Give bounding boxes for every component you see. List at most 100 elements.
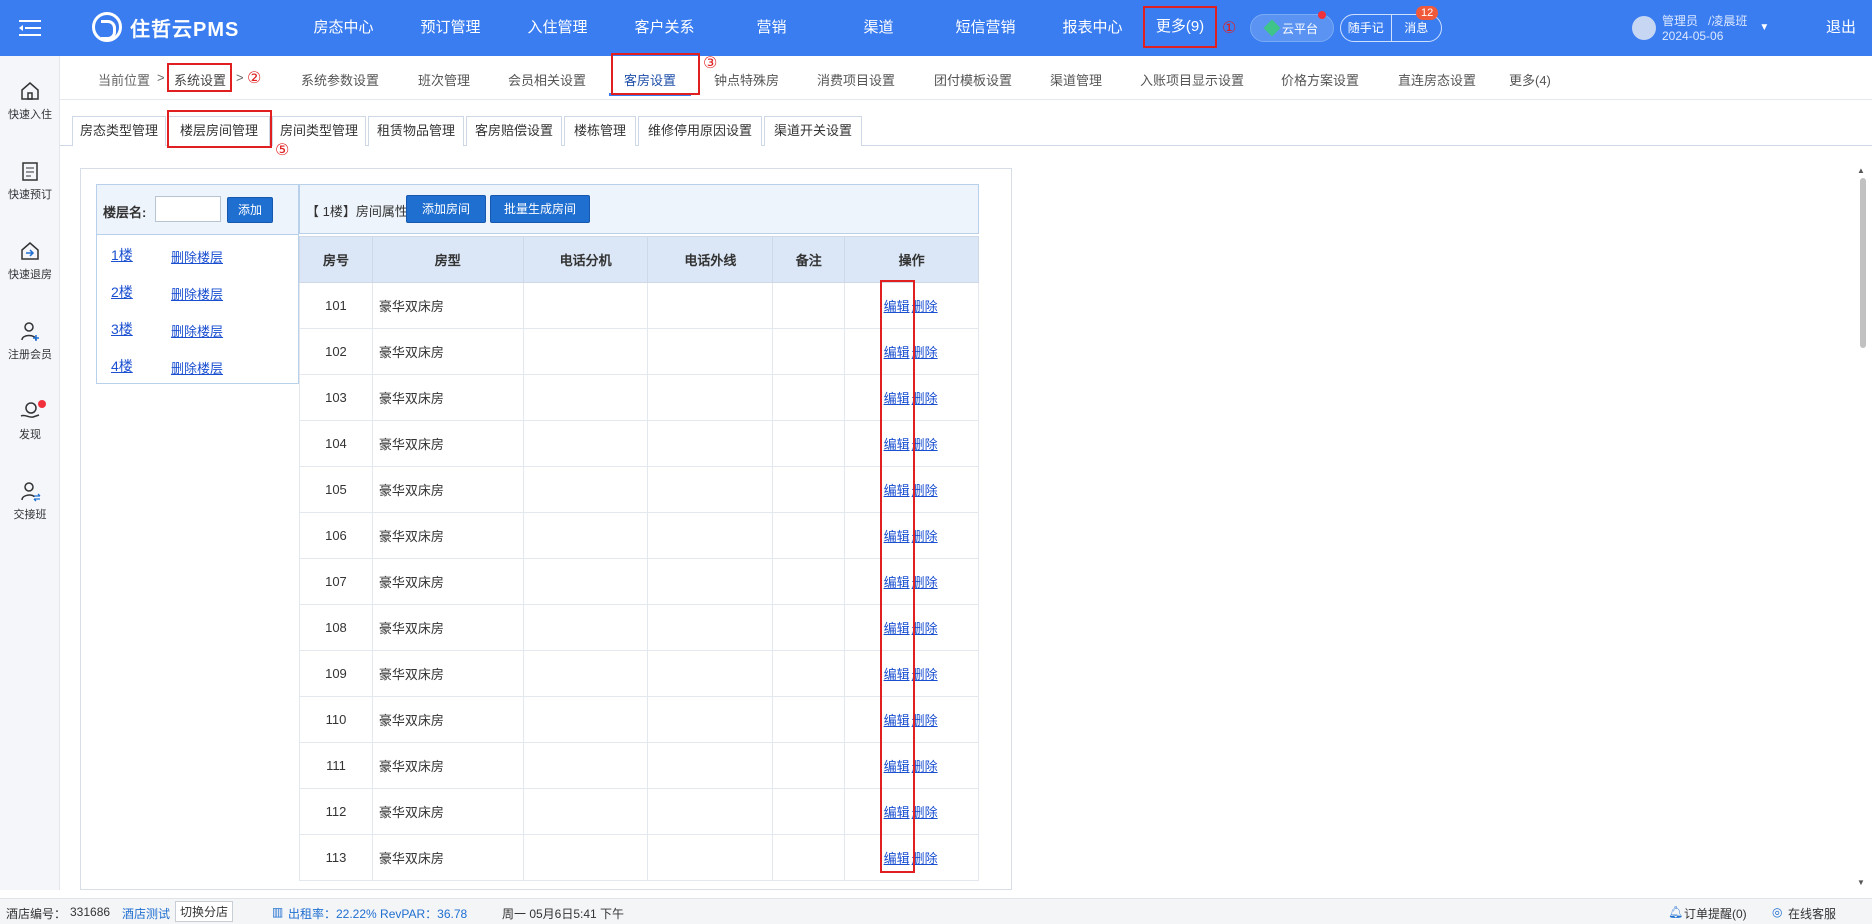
nav-more-button[interactable]: 更多(9) [1143, 6, 1217, 48]
annotation-marker-5: ⑤ [275, 142, 290, 159]
room-number: 111 [299, 742, 373, 789]
scrollbar-thumb[interactable] [1860, 178, 1866, 348]
floor-item: 2楼 删除楼层 [111, 282, 223, 302]
menu-toggle-icon[interactable] [0, 0, 60, 56]
table-row: 102 豪华双床房 编辑 删除 [299, 328, 979, 375]
delete-room-link[interactable]: 删除 [912, 713, 938, 728]
tab-channel-management[interactable]: 渠道管理 [1050, 70, 1102, 89]
sidebar-item-discover[interactable]: 发现 [0, 400, 60, 442]
app-logo: 住哲云PMS [92, 12, 239, 42]
tab-more[interactable]: 更多(4) [1509, 70, 1551, 89]
phone-external [647, 696, 774, 743]
notes-button[interactable]: 随手记 [1341, 15, 1391, 41]
floor-name-input[interactable] [155, 196, 221, 222]
delete-room-link[interactable]: 删除 [912, 437, 938, 452]
logout-button[interactable]: 退出 [1826, 0, 1856, 56]
delete-floor-link[interactable]: 删除楼层 [171, 321, 223, 340]
delete-room-link[interactable]: 删除 [912, 759, 938, 774]
hotel-id-label: 酒店编号： [6, 907, 67, 921]
app-name: 住哲云PMS [130, 18, 240, 41]
delete-floor-link[interactable]: 删除楼层 [171, 358, 223, 377]
add-room-button[interactable]: 添加房间 [406, 195, 486, 223]
phone-extension [522, 374, 649, 421]
room-number: 101 [299, 282, 373, 329]
tab-posting-display[interactable]: 入账项目显示设置 [1140, 70, 1244, 89]
scroll-down-icon[interactable]: ▼ [1857, 878, 1865, 887]
room-remark [772, 466, 846, 513]
nav-item-marketing[interactable]: 营销 [718, 0, 825, 56]
cube-icon [1263, 19, 1281, 37]
floor-link[interactable]: 2楼 [111, 284, 133, 300]
nav-item-reservation[interactable]: 预订管理 [397, 0, 504, 56]
tab-shift-management[interactable]: 班次管理 [418, 70, 470, 89]
tab-member-settings[interactable]: 会员相关设置 [508, 70, 586, 89]
tab-direct-room-status[interactable]: 直连房态设置 [1398, 70, 1476, 89]
online-service[interactable]: 在线客服 [1788, 905, 1836, 922]
sidebar-item-quick-checkout[interactable]: 快速退房 [0, 240, 60, 282]
tab-price-plans[interactable]: 价格方案设置 [1281, 70, 1359, 89]
sidebar-item-quick-booking[interactable]: 快速预订 [0, 160, 60, 202]
nav-item-channel[interactable]: 渠道 [825, 0, 932, 56]
subtab-room-compensation[interactable]: 客房赔偿设置 [466, 116, 562, 146]
phone-external [647, 512, 774, 559]
delete-room-link[interactable]: 删除 [912, 667, 938, 682]
room-type: 豪华双床房 [371, 282, 524, 329]
phone-extension [522, 282, 649, 329]
delete-room-link[interactable]: 删除 [912, 391, 938, 406]
annotation-box-floor-room [167, 110, 272, 148]
floor-item: 3楼 删除楼层 [111, 319, 223, 339]
floor-link[interactable]: 3楼 [111, 321, 133, 337]
subtab-channel-switch[interactable]: 渠道开关设置 [764, 116, 862, 146]
floor-link[interactable]: 1楼 [111, 247, 133, 263]
delete-floor-link[interactable]: 删除楼层 [171, 284, 223, 303]
sidebar-label: 发现 [19, 429, 41, 441]
nav-item-sms[interactable]: 短信营销 [932, 0, 1039, 56]
annotation-marker-2: ② [247, 70, 262, 87]
sidebar-item-register-member[interactable]: 注册会员 [0, 320, 60, 362]
phone-extension [522, 558, 649, 605]
scroll-up-icon[interactable]: ▲ [1857, 166, 1865, 175]
nav-item-reports[interactable]: 报表中心 [1039, 0, 1146, 56]
subtab-building-management[interactable]: 楼栋管理 [564, 116, 636, 146]
tab-hourly-rooms[interactable]: 钟点特殊房 [714, 70, 779, 89]
room-type: 豪华双床房 [371, 742, 524, 789]
sidebar-item-quick-checkin[interactable]: 快速入住 [0, 80, 60, 122]
column-header: 操作 [844, 236, 979, 283]
tab-consumption-items[interactable]: 消费项目设置 [817, 70, 895, 89]
user-swap-icon [21, 482, 41, 502]
occupancy-stats[interactable]: 出租率：22.22% RevPAR：36.78 [288, 905, 467, 922]
table-row: 110 豪华双床房 编辑 删除 [299, 696, 979, 743]
delete-room-link[interactable]: 删除 [912, 851, 938, 866]
subtab-maintenance-reasons[interactable]: 维修停用原因设置 [638, 116, 762, 146]
room-remark [772, 374, 846, 421]
delete-room-link[interactable]: 删除 [912, 345, 938, 360]
room-table: 房号 房型 电话分机 电话外线 备注 操作 101 豪华双床房 编辑 删除 102 豪华双… [299, 236, 979, 881]
nav-item-checkin[interactable]: 入住管理 [504, 0, 611, 56]
floor-link[interactable]: 4楼 [111, 358, 133, 374]
nav-item-room-status[interactable]: 房态中心 [290, 0, 397, 56]
order-reminder[interactable]: 订单提醒(0) [1684, 905, 1747, 922]
delete-room-link[interactable]: 删除 [912, 299, 938, 314]
nav-item-crm[interactable]: 客户关系 [611, 0, 718, 56]
batch-create-rooms-button[interactable]: 批量生成房间 [490, 195, 590, 223]
breadcrumb-current[interactable]: 系统设置 [174, 70, 226, 89]
switch-branch-button[interactable]: 切换分店 [175, 901, 234, 922]
phone-external [647, 374, 774, 421]
subtab-room-status-types[interactable]: 房态类型管理 [72, 116, 166, 146]
tab-group-templates[interactable]: 团付模板设置 [934, 70, 1012, 89]
room-number: 107 [299, 558, 373, 605]
tab-system-params[interactable]: 系统参数设置 [301, 70, 379, 89]
table-row: 103 豪华双床房 编辑 删除 [299, 374, 979, 421]
floor-item: 1楼 删除楼层 [111, 245, 223, 265]
delete-room-link[interactable]: 删除 [912, 621, 938, 636]
sidebar-item-shift-handover[interactable]: 交接班 [0, 480, 60, 522]
user-menu[interactable]: 管理员 /凌晨班 2024-05-06 ▼ [1632, 12, 1769, 43]
user-shift: /凌晨班 [1708, 14, 1748, 28]
add-floor-button[interactable]: 添加 [227, 197, 273, 223]
subtab-rental-items[interactable]: 租赁物品管理 [368, 116, 464, 146]
delete-floor-link[interactable]: 删除楼层 [171, 247, 223, 266]
delete-room-link[interactable]: 删除 [912, 483, 938, 498]
delete-room-link[interactable]: 删除 [912, 805, 938, 820]
delete-room-link[interactable]: 删除 [912, 575, 938, 590]
delete-room-link[interactable]: 删除 [912, 529, 938, 544]
